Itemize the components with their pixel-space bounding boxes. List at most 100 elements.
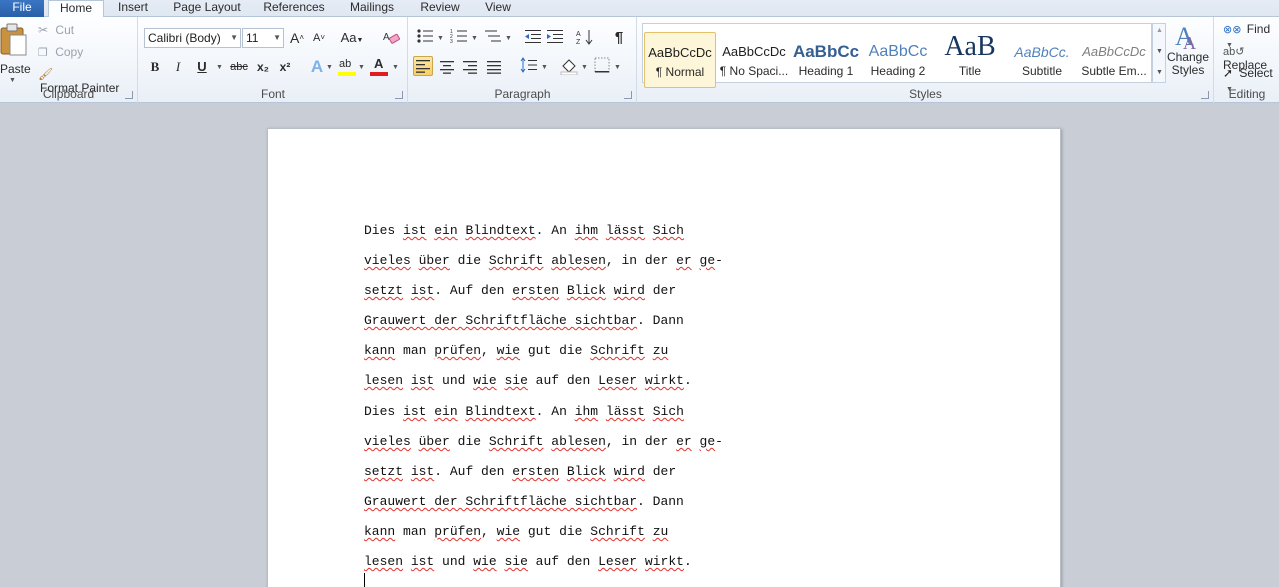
style-heading-1[interactable]: AaBbCc Heading 1 bbox=[790, 32, 862, 88]
misspelled-word: ersten bbox=[512, 464, 560, 479]
multilevel-list-button[interactable] bbox=[483, 28, 503, 48]
align-right-button[interactable] bbox=[460, 57, 480, 77]
tab-home[interactable]: Home bbox=[48, 0, 104, 18]
clipboard-launcher-icon[interactable] bbox=[125, 91, 133, 99]
decrease-indent-button[interactable] bbox=[523, 28, 543, 48]
change-styles-button[interactable]: AA Change Styles bbox=[1166, 21, 1210, 85]
tab-review[interactable]: Review bbox=[416, 0, 464, 17]
style-heading-2[interactable]: AaBbCc Heading 2 bbox=[862, 32, 934, 88]
editing-group-label: Editing bbox=[1228, 87, 1266, 101]
document-page[interactable]: Dies ist ein Blindtext. An ihm lässt Sic… bbox=[267, 128, 1061, 587]
text-run bbox=[598, 223, 606, 238]
underline-dropdown-icon[interactable]: ▼ bbox=[216, 64, 223, 71]
document-line[interactable]: Grauwert der Schriftfläche sichtbar. Dan… bbox=[364, 494, 684, 509]
style-subtitle-preview: AaBbCc. bbox=[1014, 44, 1070, 60]
font-color-swatch bbox=[370, 72, 388, 76]
font-name-combo[interactable]: Calibri (Body) ▼ bbox=[144, 28, 241, 48]
bold-button[interactable]: B bbox=[145, 57, 165, 77]
bullets-button[interactable] bbox=[415, 28, 435, 48]
styles-group: AaBbCcDc ¶ Normal AaBbCcDc ¶ No Spaci...… bbox=[638, 17, 1214, 103]
superscript-button[interactable]: x² bbox=[275, 57, 295, 77]
gallery-more-icon[interactable]: ▼ bbox=[1156, 69, 1163, 76]
misspelled-word: wie bbox=[496, 343, 521, 358]
cut-button[interactable]: ✂ Cut bbox=[38, 23, 74, 39]
style-no-spacing[interactable]: AaBbCcDc ¶ No Spaci... bbox=[718, 32, 790, 88]
shrink-font-button[interactable]: A˅ bbox=[309, 28, 329, 48]
style-subtle-emphasis[interactable]: AaBbCcDc Subtle Em... bbox=[1078, 32, 1150, 88]
font-color-dropdown-icon[interactable]: ▼ bbox=[392, 64, 399, 71]
misspelled-word: er bbox=[676, 253, 692, 268]
sort-button[interactable]: AZ bbox=[575, 28, 595, 48]
document-line[interactable]: kann man prüfen, wie gut die Schrift zu bbox=[364, 343, 668, 358]
bullets-dropdown-icon[interactable]: ▼ bbox=[437, 35, 444, 42]
replace-button[interactable]: ab↺ Replace bbox=[1223, 44, 1279, 72]
text-effects-dropdown-icon[interactable]: ▼ bbox=[326, 64, 333, 71]
tab-page-layout[interactable]: Page Layout bbox=[170, 0, 244, 17]
document-line[interactable]: kann man prüfen, wie gut die Schrift zu bbox=[364, 524, 668, 539]
font-launcher-icon[interactable] bbox=[395, 91, 403, 99]
numbering-dropdown-icon[interactable]: ▼ bbox=[471, 35, 478, 42]
underline-button[interactable]: U bbox=[192, 57, 212, 77]
document-line[interactable]: Dies ist ein Blindtext. An ihm lässt Sic… bbox=[364, 223, 684, 238]
align-center-button[interactable] bbox=[437, 57, 457, 77]
misspelled-word: sie bbox=[504, 554, 528, 569]
copy-button[interactable]: ❐ Copy bbox=[38, 45, 83, 61]
font-name-dropdown-icon[interactable]: ▼ bbox=[230, 29, 238, 47]
highlight-dropdown-icon[interactable]: ▼ bbox=[358, 64, 365, 71]
document-line[interactable]: setzt ist. Auf den ersten Blick wird der bbox=[364, 283, 676, 298]
misspelled-word: ist bbox=[410, 464, 435, 479]
shading-dropdown-icon[interactable]: ▼ bbox=[581, 64, 588, 71]
document-line[interactable]: vieles über die Schrift ablesen, in der … bbox=[364, 253, 723, 268]
select-button[interactable]: ➚ Select ▼ bbox=[1223, 66, 1279, 93]
font-size-dropdown-icon[interactable]: ▼ bbox=[273, 29, 281, 47]
document-line[interactable]: lesen ist und wie sie auf den Leser wirk… bbox=[364, 373, 692, 388]
tab-view[interactable]: View bbox=[480, 0, 516, 17]
text-effects-button[interactable]: A bbox=[307, 57, 327, 77]
shading-button[interactable] bbox=[559, 57, 579, 77]
line-spacing-button[interactable] bbox=[519, 57, 539, 77]
borders-dropdown-icon[interactable]: ▼ bbox=[614, 64, 621, 71]
tab-references[interactable]: References bbox=[260, 0, 328, 17]
strikethrough-button[interactable]: abc bbox=[227, 57, 251, 77]
change-case-button[interactable]: Aa▼ bbox=[339, 28, 365, 48]
show-formatting-marks-button[interactable]: ¶ bbox=[609, 28, 629, 48]
highlight-button[interactable]: ab bbox=[337, 57, 357, 77]
document-line[interactable]: vieles über die Schrift ablesen, in der … bbox=[364, 434, 723, 449]
highlighter-icon: ab bbox=[339, 58, 352, 70]
document-line[interactable]: setzt ist. Auf den ersten Blick wird der bbox=[364, 464, 676, 479]
document-line[interactable]: lesen ist und wie sie auf den Leser wirk… bbox=[364, 554, 692, 569]
grow-font-button[interactable]: A˄ bbox=[287, 28, 307, 48]
gallery-up-icon[interactable]: ▲ bbox=[1156, 27, 1163, 34]
misspelled-word: ihm bbox=[574, 404, 599, 419]
tab-file[interactable]: File bbox=[0, 0, 44, 17]
paste-icon bbox=[0, 23, 27, 56]
font-size-combo[interactable]: 11 ▼ bbox=[242, 28, 284, 48]
clear-formatting-button[interactable]: A bbox=[381, 28, 401, 48]
document-line[interactable]: Grauwert der Schriftfläche sichtbar. Dan… bbox=[364, 313, 684, 328]
find-button[interactable]: ⊗⊗ Find ▼ bbox=[1223, 22, 1279, 49]
italic-button[interactable]: I bbox=[168, 57, 188, 77]
increase-indent-button[interactable] bbox=[545, 28, 565, 48]
subscript-button[interactable]: x₂ bbox=[253, 57, 273, 77]
paragraph-launcher-icon[interactable] bbox=[624, 91, 632, 99]
document-line[interactable]: Dies ist ein Blindtext. An ihm lässt Sic… bbox=[364, 404, 684, 419]
styles-launcher-icon[interactable] bbox=[1201, 91, 1209, 99]
tab-mailings[interactable]: Mailings bbox=[344, 0, 400, 17]
style-normal[interactable]: AaBbCcDc ¶ Normal bbox=[644, 32, 716, 88]
align-left-button[interactable] bbox=[413, 56, 433, 76]
style-title[interactable]: AaB Title bbox=[934, 32, 1006, 88]
justify-button[interactable] bbox=[484, 57, 504, 77]
text-run: . An bbox=[535, 223, 575, 238]
borders-button[interactable] bbox=[592, 57, 612, 77]
text-run: . Dann bbox=[637, 494, 684, 509]
multilevel-dropdown-icon[interactable]: ▼ bbox=[505, 35, 512, 42]
numbering-button[interactable]: 123 bbox=[449, 28, 469, 48]
format-painter-button[interactable]: 🖌 Format Painter bbox=[38, 67, 137, 95]
line-spacing-dropdown-icon[interactable]: ▼ bbox=[541, 64, 548, 71]
font-color-button[interactable]: A bbox=[369, 56, 389, 77]
gallery-down-icon[interactable]: ▼ bbox=[1156, 48, 1163, 55]
paste-button[interactable]: Paste ▼ bbox=[0, 21, 31, 85]
tab-insert[interactable]: Insert bbox=[112, 0, 154, 17]
misspelled-word: vieles bbox=[364, 253, 411, 268]
style-subtitle[interactable]: AaBbCc. Subtitle bbox=[1006, 32, 1078, 88]
